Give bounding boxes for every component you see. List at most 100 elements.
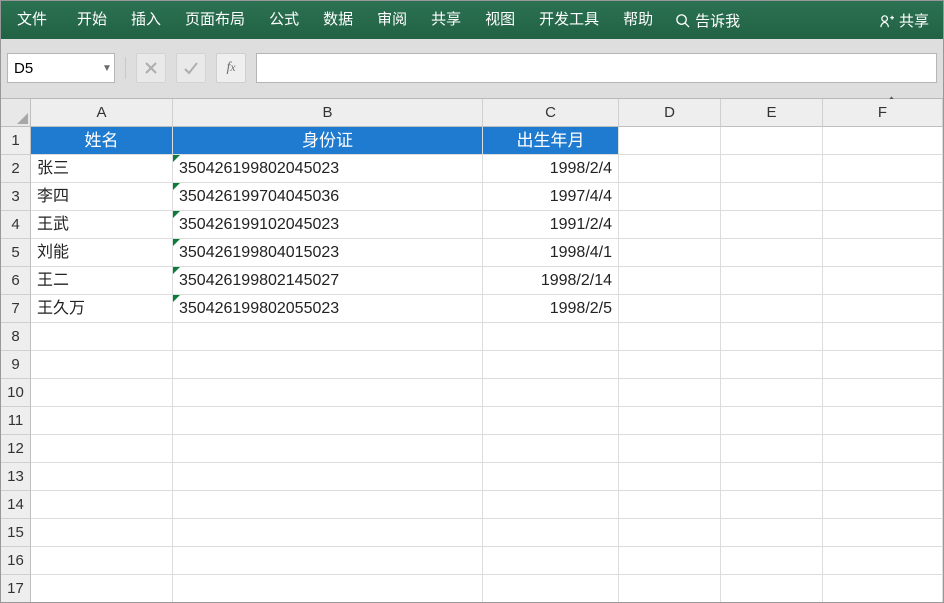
cell[interactable] [619, 323, 721, 351]
cell[interactable] [823, 519, 943, 547]
cell[interactable]: 1998/2/5 [483, 295, 619, 323]
cell[interactable]: 1997/4/4 [483, 183, 619, 211]
row-header-10[interactable]: 10 [1, 379, 31, 407]
cell[interactable]: 1998/2/4 [483, 155, 619, 183]
row-header-12[interactable]: 12 [1, 435, 31, 463]
text-stored-as-number-indicator-icon[interactable] [173, 267, 180, 274]
cell[interactable] [823, 127, 943, 155]
cell[interactable]: 350426199802055023 [173, 295, 483, 323]
cell[interactable] [823, 155, 943, 183]
ribbon-tab-home[interactable]: 开始 [65, 1, 119, 39]
cell[interactable] [619, 211, 721, 239]
cell[interactable] [721, 323, 823, 351]
cell[interactable] [721, 183, 823, 211]
ribbon-tab-file[interactable]: 文件 [5, 1, 59, 39]
cell[interactable] [721, 127, 823, 155]
cell[interactable] [721, 547, 823, 575]
ribbon-tab-share[interactable]: 共享 [419, 1, 473, 39]
ribbon-tab-dev[interactable]: 开发工具 [527, 1, 611, 39]
cell[interactable] [483, 491, 619, 519]
cell[interactable] [721, 211, 823, 239]
cell[interactable] [483, 547, 619, 575]
cell[interactable] [721, 575, 823, 602]
cell[interactable] [483, 351, 619, 379]
cells-area[interactable]: 姓名身份证出生年月张三3504261998020450231998/2/4李四3… [31, 127, 943, 602]
text-stored-as-number-indicator-icon[interactable] [173, 211, 180, 218]
cell[interactable] [31, 575, 173, 602]
row-header-16[interactable]: 16 [1, 547, 31, 575]
ribbon-tab-insert[interactable]: 插入 [119, 1, 173, 39]
row-header-9[interactable]: 9 [1, 351, 31, 379]
cell[interactable] [173, 379, 483, 407]
cell[interactable] [173, 407, 483, 435]
cell[interactable] [483, 519, 619, 547]
ribbon-tab-review[interactable]: 审阅 [365, 1, 419, 39]
header-cell-C[interactable]: 出生年月 [483, 127, 619, 155]
cell[interactable] [619, 575, 721, 602]
tell-me-search[interactable]: 告诉我 [665, 1, 750, 39]
cell[interactable] [173, 463, 483, 491]
cell[interactable] [31, 379, 173, 407]
name-box[interactable]: ▼ [7, 53, 115, 83]
formula-input[interactable] [256, 53, 937, 83]
cell[interactable] [619, 435, 721, 463]
cell[interactable] [31, 547, 173, 575]
row-header-6[interactable]: 6 [1, 267, 31, 295]
cell[interactable] [823, 407, 943, 435]
cell[interactable] [619, 127, 721, 155]
cell[interactable] [483, 575, 619, 602]
cell[interactable] [823, 239, 943, 267]
cell[interactable]: 李四 [31, 183, 173, 211]
row-header-4[interactable]: 4 [1, 211, 31, 239]
row-header-8[interactable]: 8 [1, 323, 31, 351]
ribbon-tab-data[interactable]: 数据 [311, 1, 365, 39]
cell[interactable] [173, 519, 483, 547]
cell[interactable] [619, 295, 721, 323]
row-header-15[interactable]: 15 [1, 519, 31, 547]
cell[interactable] [619, 351, 721, 379]
cell[interactable] [823, 491, 943, 519]
confirm-edit-button[interactable] [176, 53, 206, 83]
insert-function-button[interactable]: fx [216, 53, 246, 83]
cell[interactable] [823, 295, 943, 323]
cell[interactable] [823, 463, 943, 491]
cell[interactable]: 刘能 [31, 239, 173, 267]
cell[interactable] [721, 491, 823, 519]
cell[interactable] [721, 379, 823, 407]
name-box-input[interactable] [8, 60, 100, 77]
col-header-C[interactable]: C [483, 99, 619, 127]
cell[interactable] [721, 155, 823, 183]
cell[interactable] [483, 379, 619, 407]
header-cell-B[interactable]: 身份证 [173, 127, 483, 155]
row-header-5[interactable]: 5 [1, 239, 31, 267]
row-header-2[interactable]: 2 [1, 155, 31, 183]
row-header-13[interactable]: 13 [1, 463, 31, 491]
cell[interactable] [721, 239, 823, 267]
cell[interactable] [619, 407, 721, 435]
cell[interactable] [721, 463, 823, 491]
row-header-17[interactable]: 17 [1, 575, 31, 602]
cell[interactable] [483, 463, 619, 491]
cell[interactable] [619, 379, 721, 407]
text-stored-as-number-indicator-icon[interactable] [173, 183, 180, 190]
cell[interactable]: 1991/2/4 [483, 211, 619, 239]
cell[interactable] [619, 519, 721, 547]
cell[interactable] [619, 491, 721, 519]
cell[interactable]: 王久万 [31, 295, 173, 323]
cell[interactable]: 张三 [31, 155, 173, 183]
cell[interactable] [173, 575, 483, 602]
cell[interactable] [173, 435, 483, 463]
col-header-F[interactable]: F [823, 99, 943, 127]
row-header-7[interactable]: 7 [1, 295, 31, 323]
cell[interactable] [619, 463, 721, 491]
cell[interactable] [31, 351, 173, 379]
cell[interactable]: 350426199802145027 [173, 267, 483, 295]
cell[interactable] [721, 519, 823, 547]
cell[interactable]: 350426199704045036 [173, 183, 483, 211]
cell[interactable] [721, 435, 823, 463]
cell[interactable]: 1998/4/1 [483, 239, 619, 267]
row-header-1[interactable]: 1 [1, 127, 31, 155]
text-stored-as-number-indicator-icon[interactable] [173, 295, 180, 302]
col-header-B[interactable]: B [173, 99, 483, 127]
cell[interactable] [823, 211, 943, 239]
